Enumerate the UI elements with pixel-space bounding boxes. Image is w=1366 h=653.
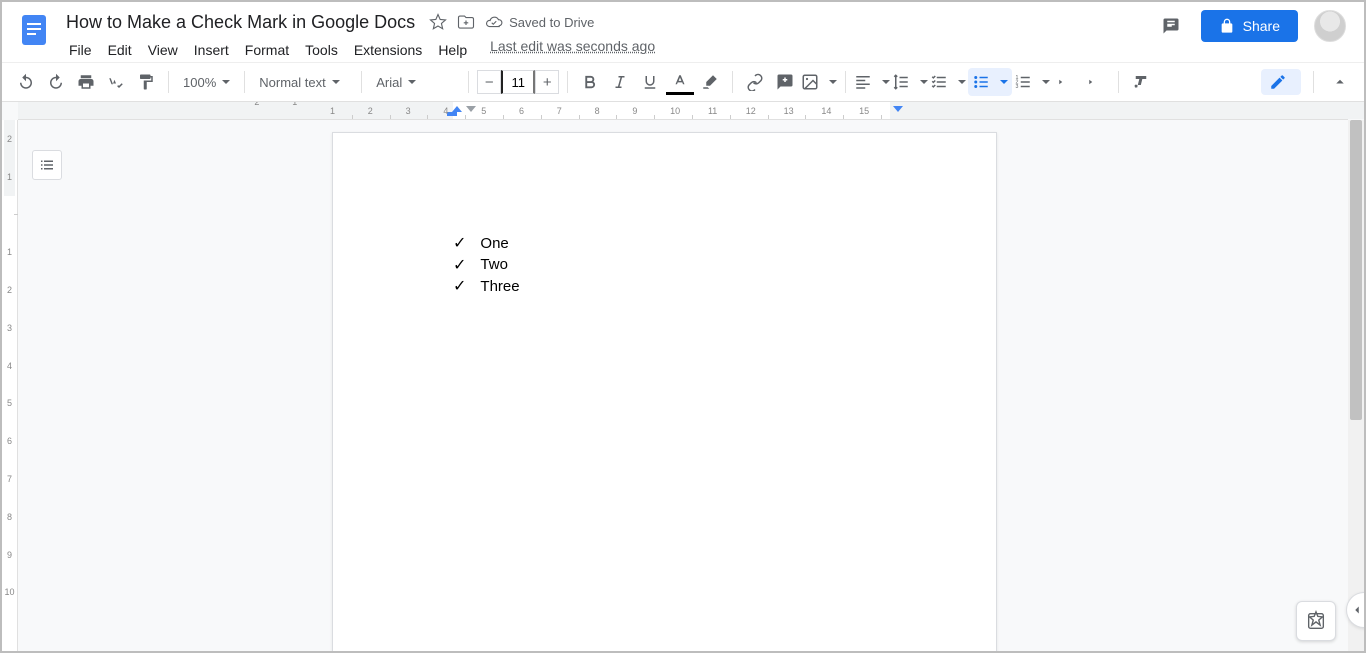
- menu-tools[interactable]: Tools: [298, 38, 345, 62]
- horizontal-ruler[interactable]: 1 2 123456789101112131415: [18, 102, 1348, 120]
- share-label: Share: [1243, 18, 1280, 34]
- line-spacing-icon[interactable]: [892, 68, 928, 96]
- add-comment-icon[interactable]: [771, 68, 799, 96]
- save-status-text: Saved to Drive: [509, 15, 594, 30]
- print-icon[interactable]: [72, 68, 100, 96]
- account-avatar[interactable]: [1314, 10, 1346, 42]
- paint-format-icon[interactable]: [132, 68, 160, 96]
- zoom-select[interactable]: 100%: [177, 68, 236, 96]
- italic-icon[interactable]: [606, 68, 634, 96]
- insert-image-icon[interactable]: [801, 68, 837, 96]
- document-page[interactable]: OneTwoThree: [332, 132, 997, 651]
- workspace: 1 2 123456789101112131415 2112345678910 …: [2, 102, 1364, 651]
- insert-link-icon[interactable]: [741, 68, 769, 96]
- list-item[interactable]: Three: [453, 276, 893, 298]
- pencil-icon: [1269, 73, 1287, 91]
- font-select[interactable]: Arial: [370, 68, 460, 96]
- bold-icon[interactable]: [576, 68, 604, 96]
- cloud-icon: [485, 13, 503, 31]
- explore-button[interactable]: [1296, 601, 1336, 641]
- menu-extensions[interactable]: Extensions: [347, 38, 429, 62]
- move-icon[interactable]: [457, 13, 475, 31]
- font-size-increase[interactable]: +: [535, 70, 559, 94]
- menu-view[interactable]: View: [141, 38, 185, 62]
- clear-formatting-icon[interactable]: [1127, 68, 1155, 96]
- menu-edit[interactable]: Edit: [101, 38, 139, 62]
- svg-text:3: 3: [1016, 84, 1019, 90]
- menu-file[interactable]: File: [62, 38, 99, 62]
- collapse-toolbar-icon[interactable]: [1326, 68, 1354, 96]
- indent-increase-icon[interactable]: [1082, 68, 1110, 96]
- indent-decrease-icon[interactable]: [1052, 68, 1080, 96]
- checklist-icon[interactable]: [930, 68, 966, 96]
- vertical-scrollbar[interactable]: [1348, 120, 1364, 651]
- redo-icon[interactable]: [42, 68, 70, 96]
- lock-icon: [1219, 18, 1235, 34]
- menu-insert[interactable]: Insert: [187, 38, 236, 62]
- document-title[interactable]: How to Make a Check Mark in Google Docs: [62, 12, 419, 33]
- list-item[interactable]: Two: [453, 255, 893, 277]
- menu-help[interactable]: Help: [431, 38, 474, 62]
- undo-icon[interactable]: [12, 68, 40, 96]
- font-size-input[interactable]: [501, 70, 535, 94]
- underline-icon[interactable]: [636, 68, 664, 96]
- align-icon[interactable]: [854, 68, 890, 96]
- highlight-icon[interactable]: [696, 68, 724, 96]
- list-item[interactable]: One: [453, 233, 893, 255]
- menu-format[interactable]: Format: [238, 38, 296, 62]
- paragraph-style-select[interactable]: Normal text: [253, 68, 353, 96]
- toolbar: 100% Normal text Arial − + 123: [2, 62, 1364, 102]
- star-icon[interactable]: [429, 13, 447, 31]
- vertical-ruler[interactable]: 2112345678910: [2, 120, 18, 651]
- editing-mode-select[interactable]: [1261, 69, 1301, 95]
- last-edit-link[interactable]: Last edit was seconds ago: [490, 38, 655, 62]
- numbered-list-icon[interactable]: 123: [1014, 68, 1050, 96]
- comment-history-icon[interactable]: [1157, 12, 1185, 40]
- docs-home-icon[interactable]: [14, 10, 54, 50]
- text-color-icon[interactable]: [666, 68, 694, 96]
- checkmark-list: OneTwoThree: [453, 233, 893, 298]
- font-size-decrease[interactable]: −: [477, 70, 501, 94]
- spellcheck-icon[interactable]: [102, 68, 130, 96]
- share-button[interactable]: Share: [1201, 10, 1298, 42]
- show-outline-icon[interactable]: [32, 150, 62, 180]
- save-status[interactable]: Saved to Drive: [485, 13, 594, 31]
- bulleted-list-icon[interactable]: [968, 68, 1012, 96]
